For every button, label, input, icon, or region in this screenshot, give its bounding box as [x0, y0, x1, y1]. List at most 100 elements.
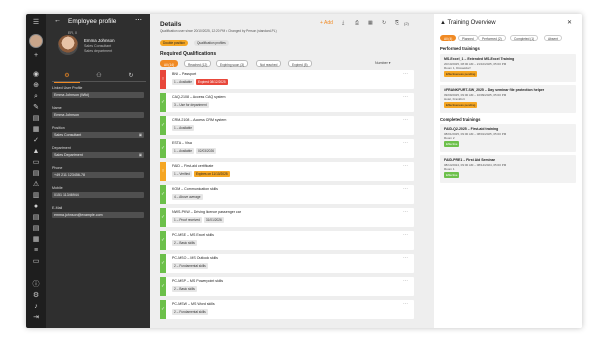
more-options-icon[interactable]: ⋯ [135, 16, 142, 24]
logout-icon[interactable]: ⇥ [31, 313, 41, 323]
row-more-icon[interactable]: ⋯ [403, 94, 408, 100]
add-button[interactable]: + Add [320, 20, 333, 26]
qualification-tags: 2 – Basic skills [172, 240, 199, 246]
qualification-row[interactable]: ! BNI – Passport 1 – Available Expired 08/1… [160, 70, 414, 89]
linked-user-profile-input[interactable]: Emma Johnson (Wiki) [52, 92, 144, 98]
search-icon[interactable]: ⌕ [31, 92, 41, 102]
document-icon[interactable]: ▤ [31, 224, 41, 234]
training-filter-all[interactable]: All (4) [440, 35, 457, 41]
info-icon[interactable]: ⓘ [31, 280, 41, 290]
folder-icon[interactable]: ▭ [31, 158, 41, 168]
picker-icon[interactable]: ▣ [139, 133, 142, 137]
qualification-tag: Expired 08/12/2025 [196, 79, 228, 85]
department-input[interactable]: Sales Department ▣ [52, 152, 144, 158]
position-input[interactable]: Sales Consultant ▣ [52, 132, 144, 138]
row-more-icon[interactable]: ⋯ [403, 163, 408, 169]
menu-icon[interactable]: ☰ [31, 18, 41, 28]
calendar-icon[interactable]: ▦ [31, 125, 41, 135]
chip-qualification-profiles[interactable]: Qualification profiles [194, 40, 229, 46]
filter-not-reached[interactable]: Not reached [256, 60, 282, 67]
training-card[interactable]: MS-Excel_1 – Extended MS-Excel Training … [440, 54, 576, 82]
qualification-row[interactable]: ! FAID – First-aid certificate 1 – Verifie… [160, 162, 414, 181]
status-indicator: ✓ [160, 139, 166, 158]
email-input[interactable]: emma.johnson@example.com [52, 212, 144, 218]
filter-reached[interactable]: Reached (12) [184, 60, 212, 67]
tab-organization[interactable]: ⚇ [94, 72, 104, 80]
qualification-row[interactable]: ✓ PC-MSP – MS Powerpoint skills 2 – Basic … [160, 277, 414, 296]
name-input[interactable]: Emma Johnson [52, 112, 144, 118]
training-filter-performed[interactable]: Performed (2) [478, 35, 506, 41]
qualification-tags: 4 – Above average [172, 194, 205, 200]
tab-history[interactable]: ↻ [126, 72, 136, 80]
picker-icon[interactable]: ▣ [139, 153, 142, 157]
field-name: Name Emma Johnson [52, 106, 144, 118]
list-icon[interactable]: ≡ [31, 246, 41, 256]
row-more-icon[interactable]: ⋯ [403, 209, 408, 215]
qualification-row[interactable]: ✓ KOM – Communication skills 4 – Above ave… [160, 185, 414, 204]
qualification-tag: 2 – Basic skills [172, 240, 197, 246]
filter-expired[interactable]: Expired (5) [288, 60, 312, 67]
avatar[interactable] [29, 34, 43, 48]
training-card[interactable]: FAID-Q2-2025 – First-aid training 08/01/… [440, 124, 576, 152]
tab-personal-data[interactable]: ⚙ [54, 72, 80, 83]
row-more-icon[interactable]: ⋯ [403, 301, 408, 307]
print-icon[interactable]: ⎙ [355, 20, 359, 26]
document-icon[interactable]: ▤ [31, 213, 41, 223]
qualification-row[interactable]: ✓ PC-MSW – MS Word skills 2 – Fundamental … [160, 300, 414, 319]
document-icon[interactable]: ▤ [31, 169, 41, 179]
tools-icon[interactable]: ✎ [31, 103, 41, 113]
back-arrow-icon[interactable]: ← [54, 17, 61, 24]
row-more-icon[interactable]: ⋯ [403, 232, 408, 238]
qualification-tag: 2 – Basic skills [172, 286, 197, 292]
sort-dropdown[interactable]: Number ▾ [375, 61, 391, 65]
chart-icon[interactable]: ▥ [31, 191, 41, 201]
row-more-icon[interactable]: ⋯ [403, 186, 408, 192]
details-title: Details [160, 21, 182, 28]
qualification-row[interactable]: ✓ ESTA – Visa 1 – Available 02/03/2026 ⋯ [160, 139, 414, 158]
row-more-icon[interactable]: ⋯ [403, 71, 408, 77]
filter-all[interactable]: All (14) [160, 60, 179, 67]
qualification-row[interactable]: ✓ CRM-2108 – Access CRM system 1 – Availab… [160, 116, 414, 135]
check-icon[interactable]: ✓ [31, 136, 41, 146]
download-icon[interactable]: ⤓ [342, 20, 344, 26]
mobile-input[interactable]: 0151 11346944 [52, 192, 144, 198]
close-icon[interactable]: ✕ [567, 19, 572, 26]
qualification-name: PC-MSE – MS Excel skills [172, 233, 214, 237]
training-filter-completed[interactable]: Completed (1) [510, 35, 539, 41]
phone-input[interactable]: +49 211 123456-78 [52, 172, 144, 178]
attachment-icon[interactable]: ⎘ [395, 20, 399, 26]
grid-icon[interactable]: ▦ [31, 235, 41, 245]
training-filter-planned[interactable]: Planned [458, 35, 478, 41]
qualification-row[interactable]: ✓ PC-MSE – MS Excel skills 2 – Basic skill… [160, 231, 414, 250]
row-more-icon[interactable]: ⋯ [403, 140, 408, 146]
graduation-icon[interactable]: ▲ [31, 147, 41, 157]
training-filter-absent[interactable]: Absent [544, 35, 562, 41]
warning-icon[interactable]: ⚠ [31, 180, 41, 190]
row-more-icon[interactable]: ⋯ [403, 117, 408, 123]
globe-icon[interactable]: ◉ [31, 70, 41, 80]
training-title: ▲ Training Overview [440, 20, 496, 26]
qualification-tags: 1 – Verified Expires on 11/10/2025 [172, 171, 232, 177]
details-subtitle: Qualification user since 20/10/2025, 12:… [160, 29, 277, 33]
bell-icon[interactable]: ♪ [31, 302, 41, 312]
qualification-row[interactable]: ✓ PC-MSO – MS Outlook skills 2 – Fundament… [160, 254, 414, 273]
training-card[interactable]: #FRANKFURT-SW_2025 – Day seminar file pr… [440, 85, 576, 113]
folder-icon[interactable]: ▭ [31, 257, 41, 267]
qualification-row[interactable]: ✓ CAQ-2108 – Access CAQ system 3 – Use for… [160, 93, 414, 112]
document-icon[interactable]: ▤ [31, 114, 41, 124]
qualification-tag: 3 – Use for department [172, 102, 209, 108]
gear-icon[interactable]: ⚙ [31, 291, 41, 301]
qualification-name: PC-MSP – MS Powerpoint skills [172, 279, 224, 283]
history-icon[interactable]: ↻ [382, 20, 386, 26]
plus-icon[interactable]: ⊕ [31, 81, 41, 91]
add-icon[interactable]: + [31, 51, 41, 61]
filter-expiring-soon[interactable]: Expiring soon (3) [216, 60, 249, 67]
qualification-row[interactable]: ✓ NWS-PKW – Driving licence passenger car… [160, 208, 414, 227]
user-icon[interactable]: ● [31, 202, 41, 212]
chip-double-position[interactable]: Double position [160, 40, 188, 46]
grid-view-icon[interactable]: ▦ [368, 20, 373, 26]
qualification-tags: 1 – Available Expired 08/12/2025 [172, 79, 230, 85]
row-more-icon[interactable]: ⋯ [403, 255, 408, 261]
training-card[interactable]: FAID-PRE1 – First Aid Seminar 08/14/2024… [440, 155, 576, 183]
row-more-icon[interactable]: ⋯ [403, 278, 408, 284]
